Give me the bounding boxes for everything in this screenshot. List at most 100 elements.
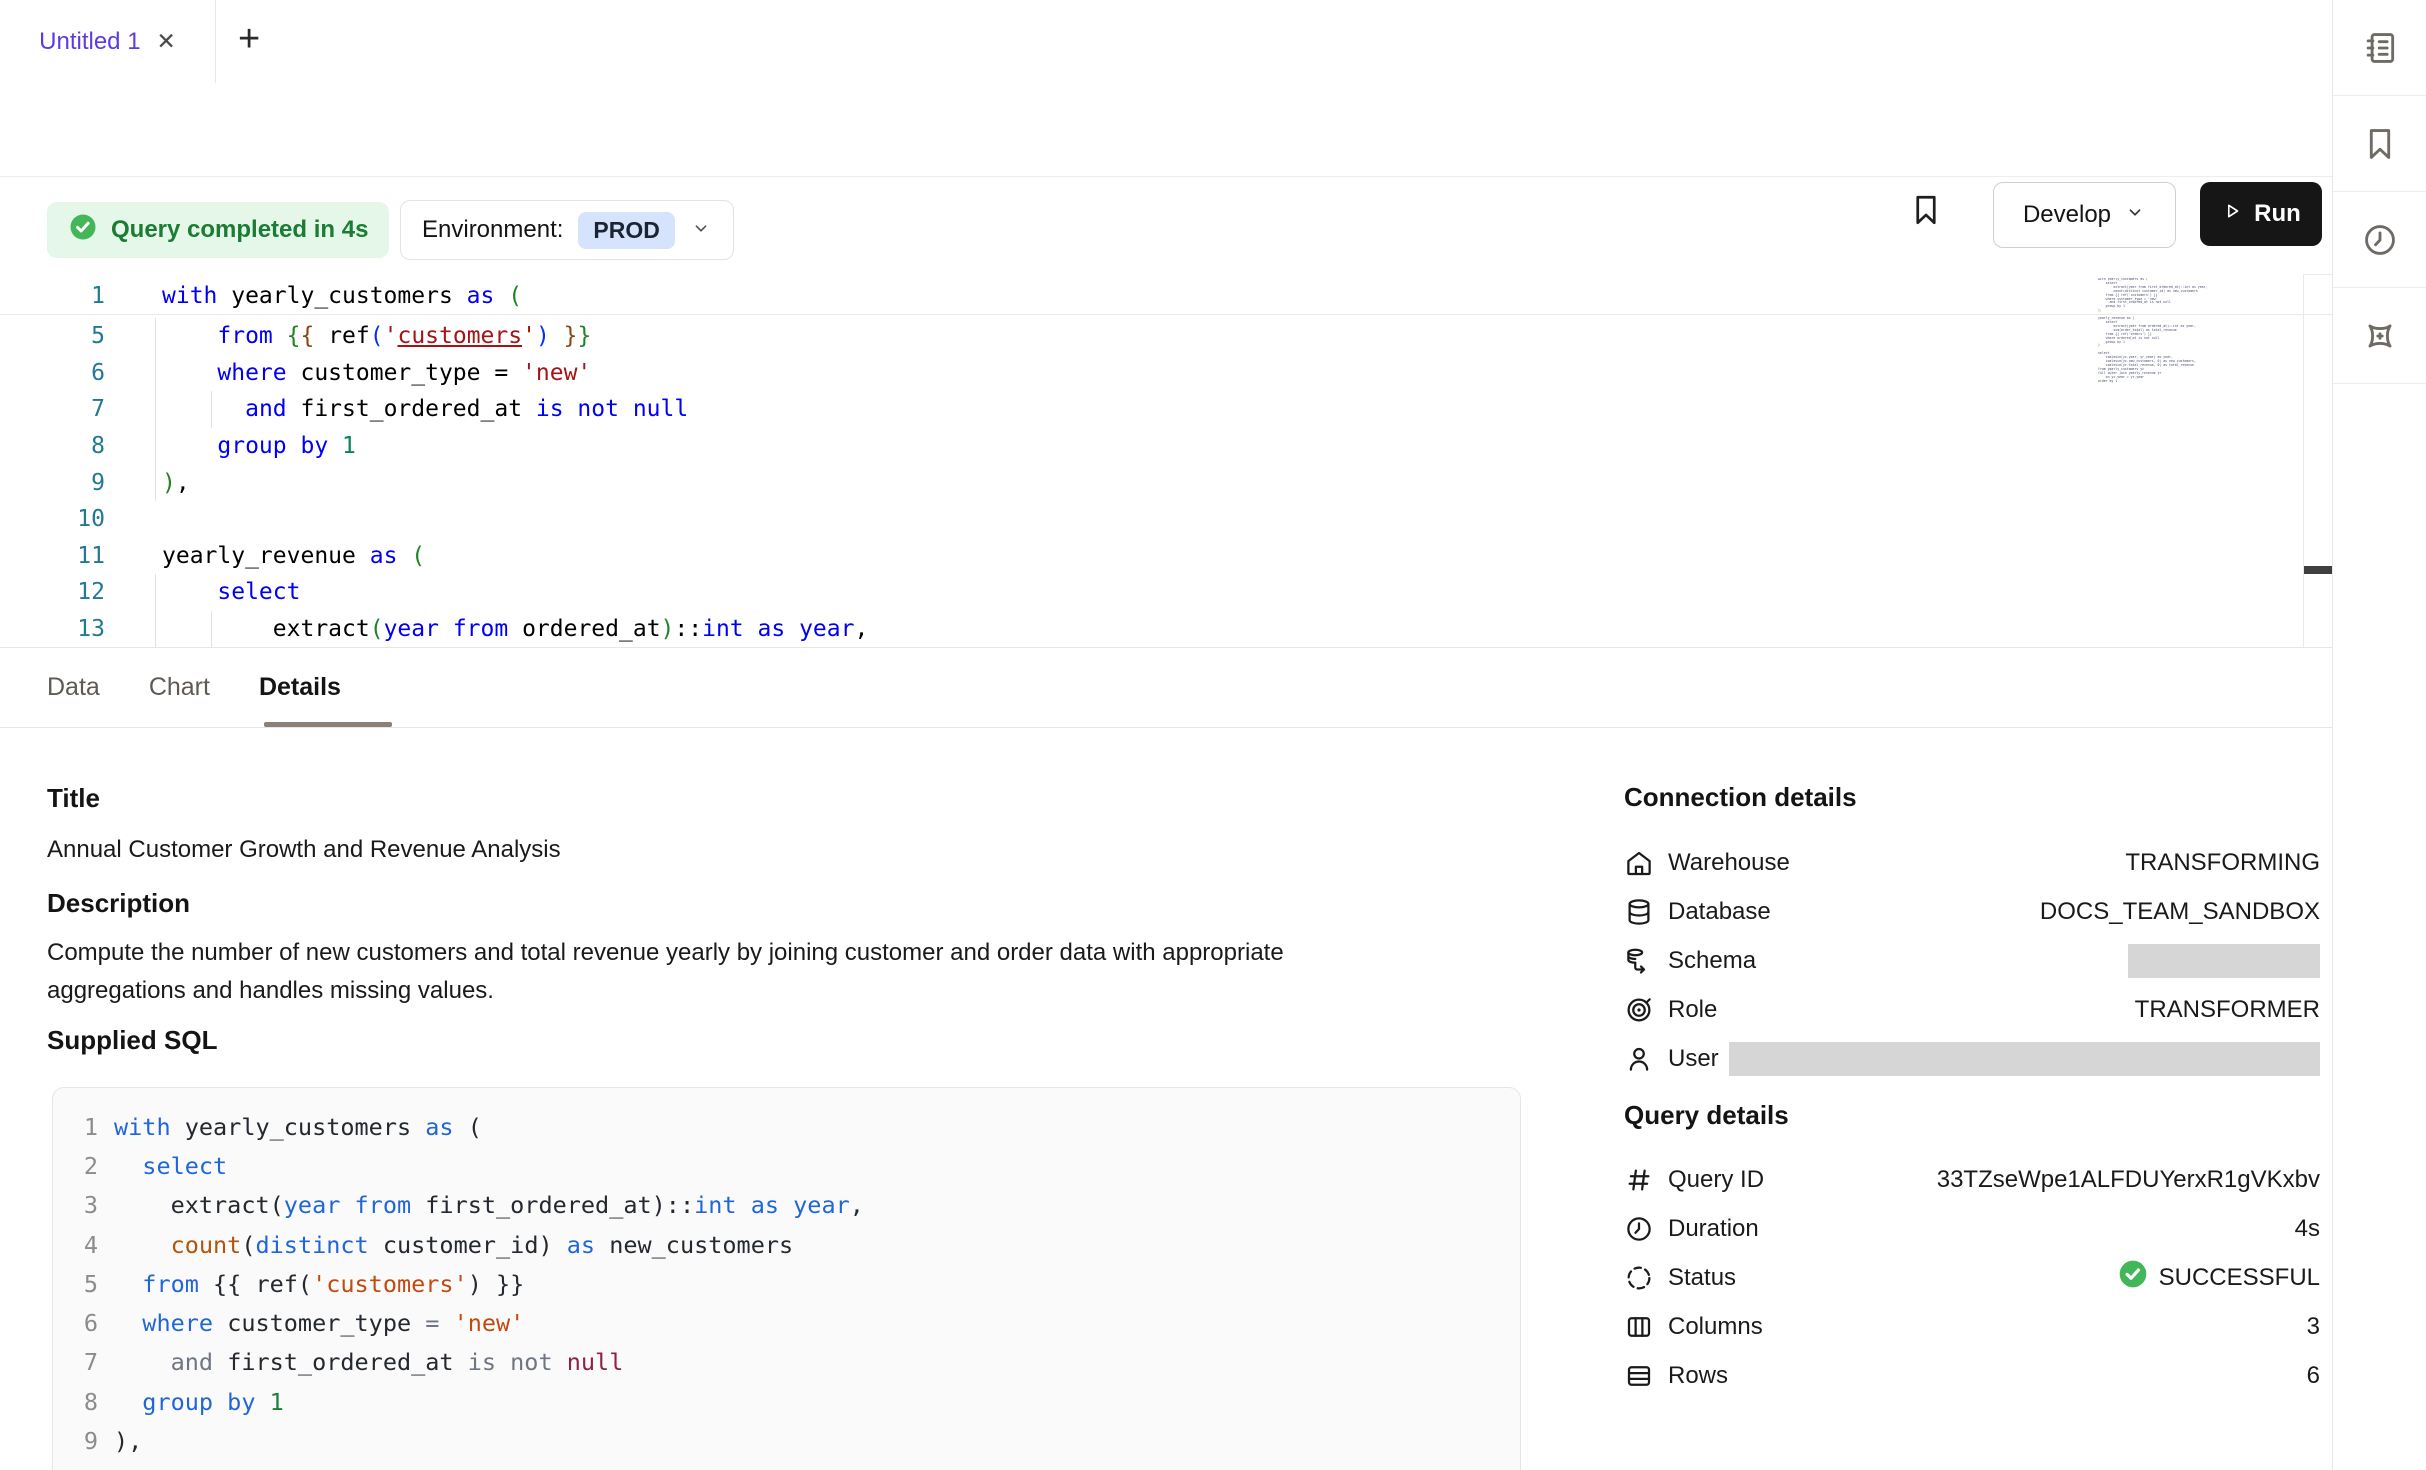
chevron-down-icon (690, 217, 712, 244)
warehouse-icon (1624, 848, 1654, 878)
app-window: Untitled 1 ✕ + Develop Run Query complet… (0, 0, 2426, 1470)
detail-label: Duration (1668, 1215, 1759, 1243)
detail-label: Warehouse (1668, 849, 1790, 877)
tab-chart[interactable]: Chart (149, 673, 210, 702)
code-line-7: 7 and first_ordered_at is not null (53, 1343, 1520, 1382)
editor-sticky-line[interactable]: 1with yearly_customers as ( (0, 277, 2332, 314)
run-label: Run (2254, 200, 2301, 228)
detail-value: 3 (2307, 1313, 2320, 1341)
run-button[interactable]: Run (2200, 182, 2322, 246)
bookmark-icon (1908, 192, 1944, 228)
detail-row-status: StatusSUCCESSFUL (1624, 1253, 2320, 1302)
detail-row-role: Role TRANSFORMER (1624, 985, 2320, 1034)
user-icon (1624, 1044, 1654, 1074)
detail-value: DOCS_TEAM_SANDBOX (2040, 898, 2320, 926)
code-text: group by 1 (162, 433, 356, 459)
editor-scrollbar[interactable] (2303, 274, 2332, 648)
sidebar-button-bookmark[interactable] (2333, 96, 2426, 192)
indent-guide (155, 318, 156, 501)
hash-icon (1624, 1165, 1654, 1195)
supplied-sql-code: 1with yearly_customers as (2 select3 ext… (53, 1107, 1520, 1470)
line-number: 6 (0, 360, 105, 386)
rows-icon (1624, 1361, 1654, 1391)
detail-row-user: User (1624, 1034, 2320, 1083)
line-number: 13 (0, 616, 105, 642)
tab-data[interactable]: Data (47, 673, 100, 702)
bookmark-button[interactable] (1908, 192, 1944, 233)
detail-label: Rows (1668, 1362, 1728, 1390)
spinner-icon (1624, 1263, 1654, 1293)
detail-value: SUCCESSFUL (2117, 1258, 2320, 1297)
description-value: Compute the number of new customers and … (47, 934, 1437, 1010)
detail-label: Database (1668, 898, 1771, 926)
code-line-6[interactable]: 6 where customer_type = 'new' (0, 355, 2300, 392)
code-text: and first_ordered_at is not null (114, 1348, 623, 1376)
code-line-10[interactable]: 10 (0, 501, 2300, 538)
redacted-value (1729, 1042, 2320, 1076)
schema-icon (1624, 946, 1654, 976)
play-icon (2221, 200, 2243, 222)
description-line: aggregations and handles missing values. (47, 972, 1437, 1010)
detail-row-duration: Duration4s (1624, 1204, 2320, 1253)
code-line-12[interactable]: 12 select (0, 574, 2300, 611)
tab-details[interactable]: Details (259, 673, 341, 702)
code-line-5[interactable]: 5 from {{ ref('customers') }} (0, 318, 2300, 355)
tab-label: Untitled 1 (39, 28, 140, 56)
detail-label: Schema (1668, 947, 1756, 975)
detail-value: TRANSFORMING (2125, 849, 2320, 877)
check-circle-icon (68, 212, 98, 242)
line-number: 9 (0, 470, 105, 496)
play-icon (2221, 200, 2243, 229)
sidebar-button-history[interactable] (2333, 192, 2426, 288)
detail-label: Query ID (1668, 1166, 1764, 1194)
sql-editor[interactable]: 5 from {{ ref('customers') }}6 where cus… (0, 318, 2300, 647)
chevron-down-icon (2124, 201, 2146, 223)
code-line-9[interactable]: 9), (0, 464, 2300, 501)
code-line-5: 5 from {{ ref('customers') }} (53, 1264, 1520, 1303)
detail-row-query-id: Query ID33TZseWpe1ALFDUYerxR1gVKxbv (1624, 1155, 2320, 1204)
code-line-7[interactable]: 7 and first_ordered_at is not null (0, 391, 2300, 428)
database-icon (1624, 897, 1654, 927)
line-number: 5 (53, 1270, 98, 1298)
environment-selector[interactable]: Environment: PROD (400, 200, 734, 260)
bookmark-icon (2361, 125, 2399, 163)
active-tab-underline (264, 722, 392, 727)
code-text: with yearly_customers as ( (114, 1113, 482, 1141)
sticky-separator (0, 314, 2332, 315)
sidebar-button-compass[interactable] (2333, 288, 2426, 384)
code-text: yearly_revenue as ( (162, 543, 425, 569)
code-line-9: 9), (53, 1421, 1520, 1460)
close-icon[interactable]: ✕ (157, 30, 176, 53)
line-number: 1 (53, 1113, 98, 1141)
query-status-text: Query completed in 4s (111, 216, 368, 244)
supplied-sql-block: 1with yearly_customers as (2 select3 ext… (52, 1087, 1521, 1470)
tab-untitled-1[interactable]: Untitled 1 ✕ (0, 0, 216, 83)
detail-row-rows: Rows6 (1624, 1351, 2320, 1400)
editor-minimap[interactable]: with yearly_customers as ( select extrac… (2098, 278, 2220, 385)
detail-value: TRANSFORMER (2135, 996, 2320, 1024)
history-icon (2361, 221, 2399, 259)
indent-guide (155, 574, 156, 647)
check-circle-icon (68, 212, 98, 249)
line-number: 7 (0, 396, 105, 422)
code-line-1[interactable]: 1with yearly_customers as ( (0, 277, 2332, 314)
results-tab-bar: Data Chart Details (47, 648, 341, 727)
columns-icon (1624, 1312, 1654, 1342)
scrollbar-thumb[interactable] (2304, 566, 2332, 574)
detail-row-database: Database DOCS_TEAM_SANDBOX (1624, 887, 2320, 936)
code-line-13[interactable]: 13 extract(year from ordered_at)::int as… (0, 611, 2300, 648)
code-line-8[interactable]: 8 group by 1 (0, 428, 2300, 465)
environment-value-badge: PROD (578, 212, 674, 249)
query-status-badge: Query completed in 4s (47, 202, 389, 258)
clock-icon (1624, 1214, 1654, 1244)
sidebar-button-notebook[interactable] (2333, 0, 2426, 96)
detail-label: Role (1668, 996, 1717, 1024)
detail-row-schema: Schema (1624, 936, 2320, 985)
new-tab-button[interactable]: + (238, 18, 260, 61)
develop-dropdown[interactable]: Develop (1993, 182, 2176, 248)
minimap-code: with yearly_customers as ( select extrac… (2098, 278, 2220, 383)
code-text: where customer_type = 'new' (114, 1309, 524, 1337)
code-text: where customer_type = 'new' (162, 360, 591, 386)
code-line-11[interactable]: 11yearly_revenue as ( (0, 538, 2300, 575)
code-text: select (162, 579, 300, 605)
